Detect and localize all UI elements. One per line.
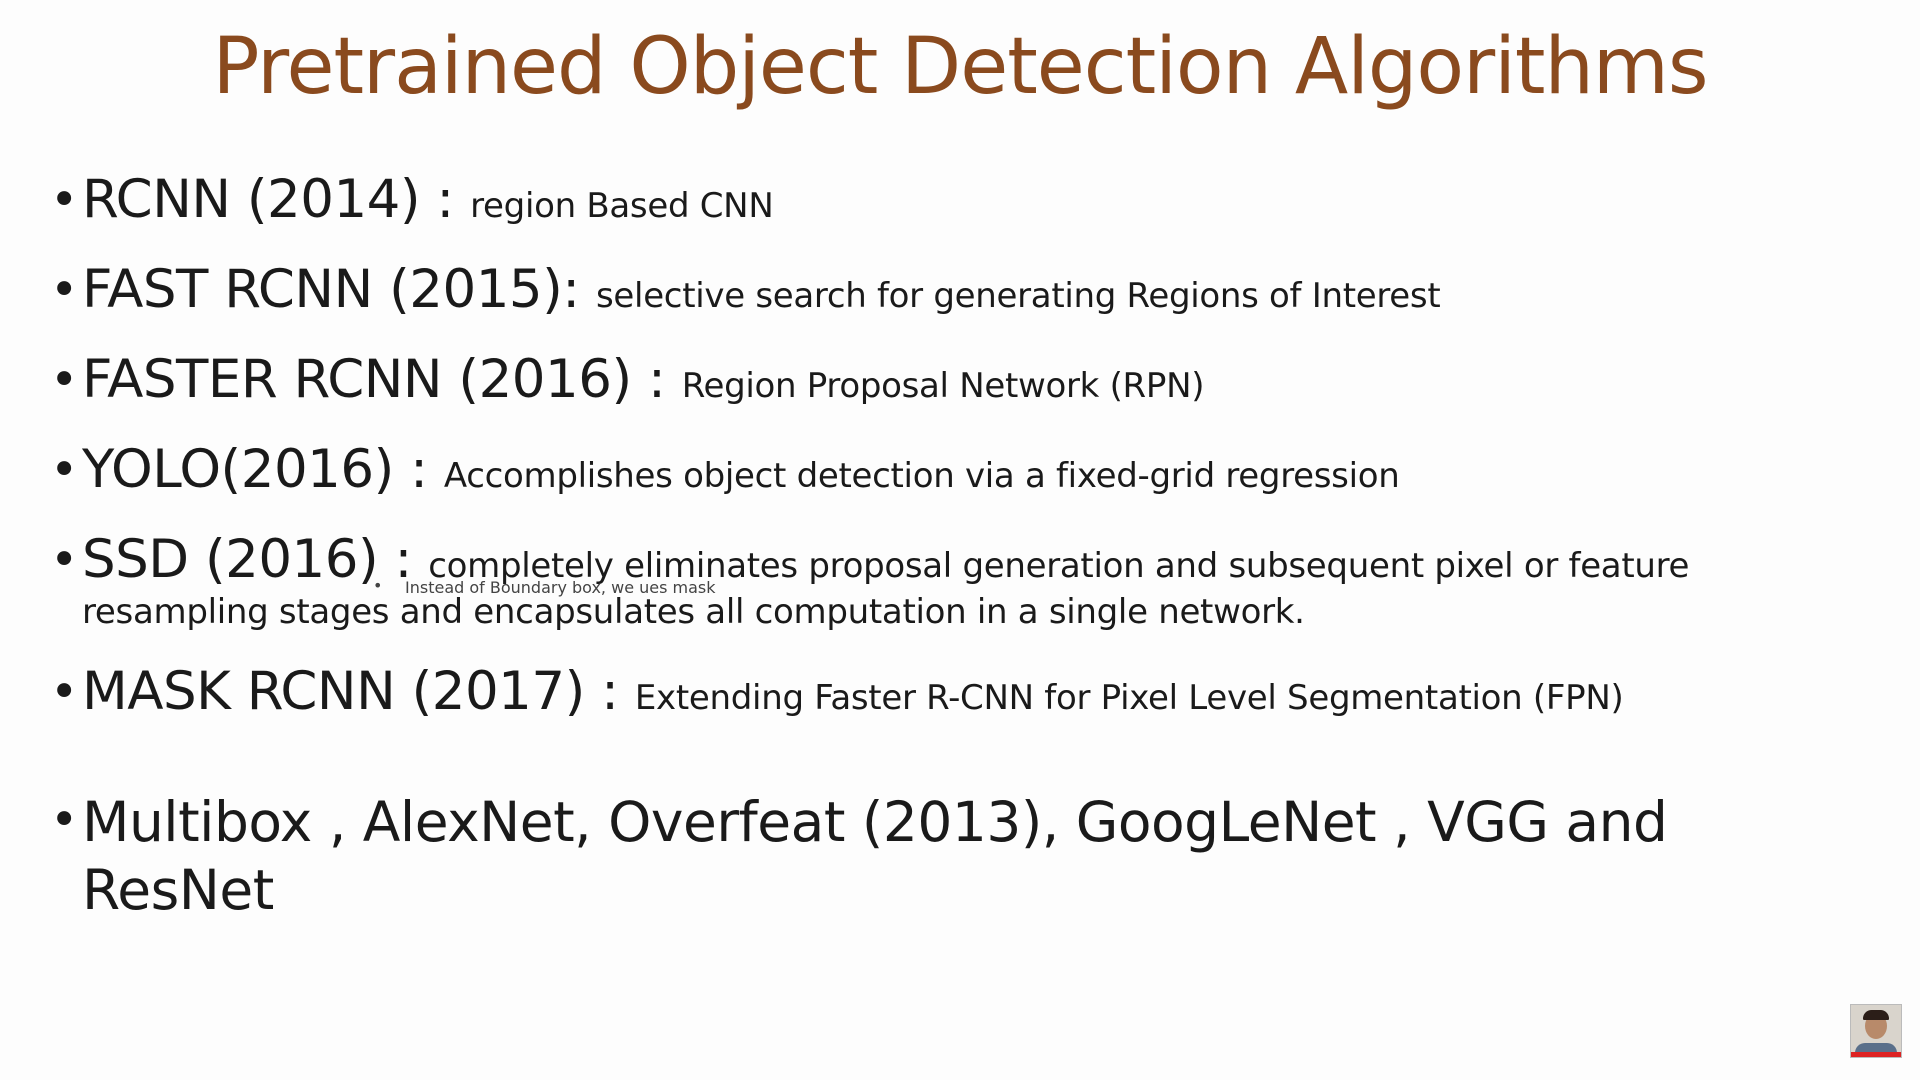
slide-title: Pretrained Object Detection Algorithms xyxy=(212,22,1708,112)
bullet-dot-icon: • xyxy=(50,442,79,498)
item-description: Extending Faster R-CNN for Pixel Level S… xyxy=(634,678,1624,718)
item-heading: MASK RCNN (2017) : xyxy=(82,661,635,722)
list-item: • SSD (2016) : completely eliminates pro… xyxy=(0,528,1689,636)
bullet-dot-icon: • xyxy=(50,664,79,720)
list-item: • RCNN (2014) : region Based CNN xyxy=(0,168,774,232)
item-description: region Based CNN xyxy=(470,186,774,226)
item-heading-continued: ResNet xyxy=(82,858,274,922)
bullet-dot-icon: • xyxy=(50,532,79,588)
item-heading: FASTER RCNN (2016) : xyxy=(82,349,682,410)
bullet-dot-icon: • xyxy=(50,172,79,228)
item-heading: FAST RCNN (2015): xyxy=(82,259,597,320)
sub-bullet-note: • Instead of Boundary box, we ues mask xyxy=(373,576,716,597)
item-heading: YOLO(2016) : xyxy=(82,439,444,500)
sub-bullet-text: Instead of Boundary box, we ues mask xyxy=(405,578,716,597)
bullet-dot-icon: • xyxy=(50,262,79,318)
bullet-dot-icon: • xyxy=(50,352,79,408)
list-item: • MASK RCNN (2017) : Extending Faster R-… xyxy=(0,660,1624,724)
list-item: • YOLO(2016) : Accomplishes object detec… xyxy=(0,438,1400,502)
item-description: Region Proposal Network (RPN) xyxy=(681,366,1205,406)
item-heading: Multibox , AlexNet, Overfeat (2013), Goo… xyxy=(82,790,1668,854)
list-item: • FASTER RCNN (2016) : Region Proposal N… xyxy=(0,348,1204,412)
item-description: Accomplishes object detection via a fixe… xyxy=(443,456,1400,496)
webcam-thumbnail-icon xyxy=(1850,1004,1902,1058)
bullet-dot-icon: • xyxy=(50,792,79,848)
item-heading: RCNN (2014) : xyxy=(82,169,471,230)
list-item: • FAST RCNN (2015): selective search for… xyxy=(0,258,1441,322)
sub-bullet-dot-icon: • xyxy=(373,576,383,595)
slide: Pretrained Object Detection Algorithms •… xyxy=(0,0,1920,1080)
item-description-continued: resampling stages and encapsulates all c… xyxy=(82,592,1305,632)
item-description: selective search for generating Regions … xyxy=(596,276,1441,316)
list-item: • Multibox , AlexNet, Overfeat (2013), G… xyxy=(0,788,1668,924)
